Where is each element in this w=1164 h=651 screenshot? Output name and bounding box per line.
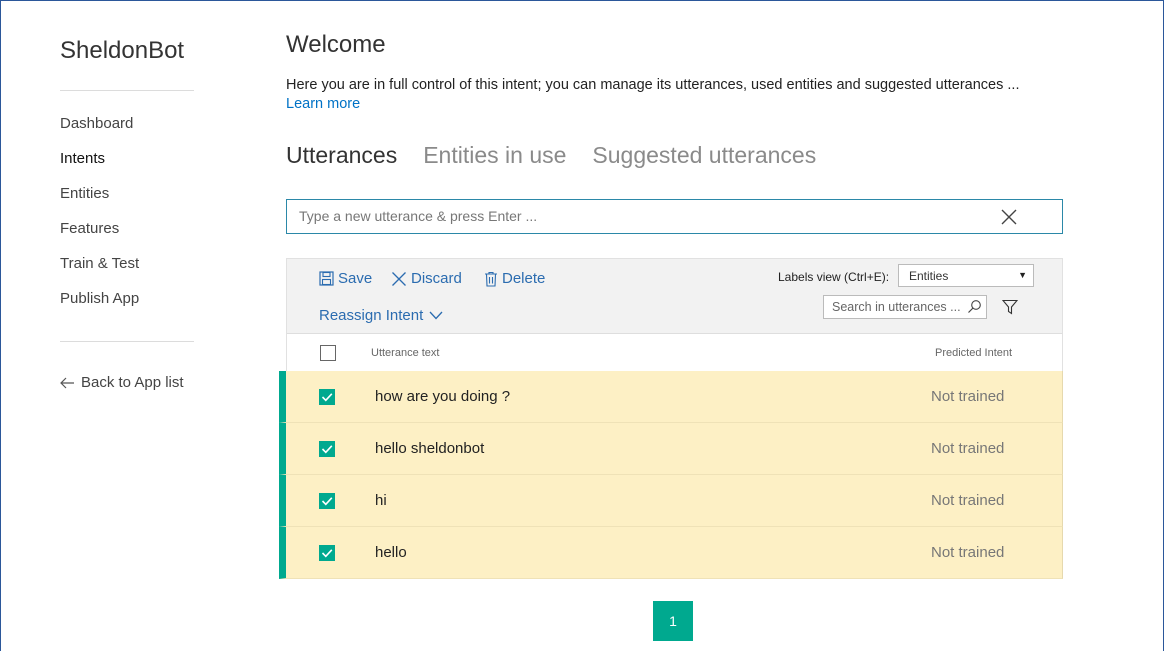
save-button[interactable]: Save	[319, 270, 372, 287]
save-label: Save	[338, 270, 373, 287]
sidebar-item-train-test[interactable]: Train & Test	[60, 255, 139, 290]
back-to-app-list-link[interactable]: Back to App list	[60, 374, 184, 391]
sidebar-item-intents[interactable]: Intents	[60, 150, 139, 185]
predicted-intent: Not trained	[931, 440, 1005, 457]
delete-button[interactable]: Delete	[484, 270, 545, 287]
column-header-utterance-text[interactable]: Utterance text	[371, 347, 439, 359]
sidebar-divider	[60, 90, 194, 91]
row-checkbox[interactable]	[319, 545, 335, 561]
sidebar: SheldonBot Dashboard Intents Entities Fe…	[1, 1, 231, 651]
sidebar-divider	[60, 341, 194, 342]
search-utterances-box	[823, 295, 987, 319]
close-icon[interactable]	[1000, 208, 1018, 226]
sidebar-nav: Dashboard Intents Entities Features Trai…	[60, 115, 139, 325]
save-icon	[319, 271, 334, 286]
utterance-input[interactable]	[299, 208, 989, 224]
predicted-intent: Not trained	[931, 388, 1005, 405]
back-link-label: Back to App list	[81, 374, 184, 391]
page-title: Welcome	[286, 31, 386, 58]
predicted-intent: Not trained	[931, 544, 1005, 561]
pagination-page-button[interactable]: 1	[653, 601, 693, 641]
column-header-predicted-intent[interactable]: Predicted Intent	[935, 347, 1012, 359]
utterance-text: hello sheldonbot	[375, 440, 485, 457]
close-icon	[392, 271, 406, 286]
labels-view-label: Labels view (Ctrl+E):	[778, 270, 890, 284]
reassign-intent-label: Reassign Intent	[319, 307, 424, 324]
checkmark-icon	[321, 445, 333, 454]
sidebar-item-dashboard[interactable]: Dashboard	[60, 115, 139, 150]
sidebar-item-entities[interactable]: Entities	[60, 185, 139, 220]
search-icon[interactable]	[967, 299, 982, 314]
tab-utterances[interactable]: Utterances	[286, 142, 397, 169]
utterance-text: hello	[375, 544, 407, 561]
predicted-intent: Not trained	[931, 492, 1005, 509]
row-checkbox[interactable]	[319, 389, 335, 405]
tab-entities-in-use[interactable]: Entities in use	[423, 142, 566, 169]
caret-down-icon: ▼	[1018, 270, 1027, 280]
utterances-toolbar: Save Discard Delete Reassign Intent Labe…	[286, 258, 1063, 334]
trash-icon	[485, 271, 497, 287]
utterance-text: how are you doing ?	[375, 388, 511, 405]
row-checkbox[interactable]	[319, 441, 335, 457]
table-header: Utterance text Predicted Intent	[286, 334, 1063, 372]
search-utterances-input[interactable]	[832, 300, 960, 314]
checkmark-icon	[321, 497, 333, 506]
checkmark-icon	[321, 393, 333, 402]
sidebar-item-publish-app[interactable]: Publish App	[60, 290, 139, 325]
filter-icon[interactable]	[1002, 299, 1018, 315]
table-row[interactable]: hi Not trained	[279, 475, 1063, 527]
reassign-intent-dropdown[interactable]: Reassign Intent	[319, 307, 443, 324]
arrow-left-icon	[60, 377, 74, 388]
table-row[interactable]: how are you doing ? Not trained	[279, 371, 1063, 423]
chevron-down-icon	[429, 311, 443, 320]
checkmark-icon	[321, 549, 333, 558]
delete-label: Delete	[502, 270, 546, 287]
labels-view-value: Entities	[909, 269, 949, 283]
discard-label: Discard	[411, 270, 462, 287]
discard-button[interactable]: Discard	[391, 270, 462, 287]
tab-bar: Utterances Entities in use Suggested utt…	[286, 142, 816, 169]
utterance-list: how are you doing ? Not trained hello sh…	[279, 371, 1063, 579]
table-row[interactable]: hello Not trained	[279, 527, 1063, 579]
labels-view-select[interactable]: Entities ▼	[898, 264, 1034, 287]
sidebar-item-features[interactable]: Features	[60, 220, 139, 255]
utterance-input-box	[286, 199, 1063, 234]
tab-suggested-utterances[interactable]: Suggested utterances	[592, 142, 816, 169]
utterance-text: hi	[375, 492, 387, 509]
table-row[interactable]: hello sheldonbot Not trained	[279, 423, 1063, 475]
row-checkbox[interactable]	[319, 493, 335, 509]
select-all-checkbox[interactable]	[320, 345, 336, 361]
app-name: SheldonBot	[60, 37, 185, 64]
learn-more-link[interactable]: Learn more	[286, 96, 360, 112]
page-description: Here you are in full control of this int…	[286, 77, 1020, 93]
